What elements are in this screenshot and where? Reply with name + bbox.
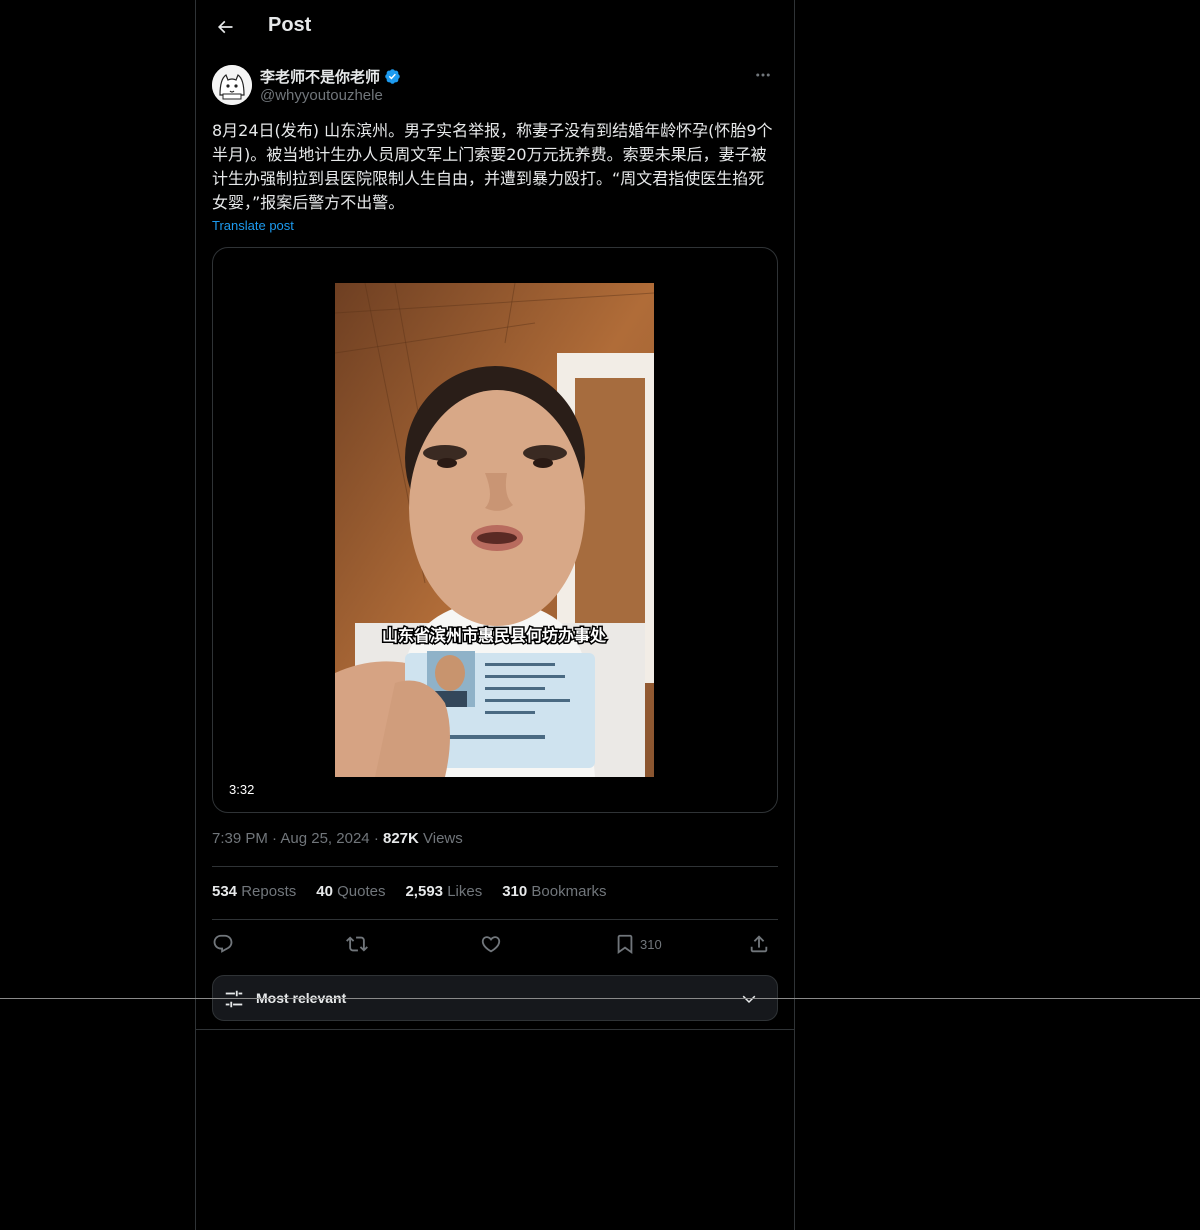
views-label: Views bbox=[423, 830, 463, 847]
like-button[interactable] bbox=[480, 928, 502, 960]
heart-icon bbox=[481, 936, 501, 953]
reply-button[interactable] bbox=[212, 928, 234, 960]
bookmarks-count: 310 bbox=[502, 883, 528, 900]
post-author: 李老师不是你老师 @whyyoutouzhele bbox=[212, 64, 778, 108]
likes-count: 2,593 bbox=[405, 883, 444, 900]
likes-label: Likes bbox=[447, 883, 483, 900]
video-thumbnail[interactable]: 山东省滨州市惠民县何坊办事处 bbox=[335, 283, 654, 777]
video-person-image: 山东省滨州市惠民县何坊办事处 bbox=[335, 283, 654, 777]
video-duration-badge: 3:32 bbox=[225, 780, 259, 799]
more-options-button[interactable] bbox=[748, 64, 778, 86]
divider bbox=[196, 1029, 794, 1030]
bookmark-icon bbox=[617, 934, 633, 955]
action-bar: 310 bbox=[212, 928, 778, 960]
share-button[interactable] bbox=[748, 928, 770, 960]
post-meta: 7:39 PM · Aug 25, 2024 · 827K Views bbox=[212, 830, 463, 847]
bookmark-count: 310 bbox=[640, 936, 662, 952]
reposts-label: Reposts bbox=[241, 883, 297, 900]
cat-avatar-icon bbox=[212, 65, 252, 105]
video-player[interactable]: 山东省滨州市惠民县何坊办事处 3:32 bbox=[212, 247, 778, 813]
share-icon bbox=[750, 935, 768, 953]
reposts-stat[interactable]: 534 Reposts bbox=[212, 883, 296, 900]
bookmark-button[interactable]: 310 bbox=[614, 928, 662, 960]
guide-line bbox=[0, 998, 1200, 999]
views-count: 827K bbox=[382, 830, 419, 847]
back-button[interactable] bbox=[208, 10, 242, 44]
reposts-count: 534 bbox=[212, 883, 238, 900]
page-title: Post bbox=[268, 14, 312, 36]
meta-separator: · bbox=[373, 830, 383, 847]
divider bbox=[212, 919, 778, 920]
more-dots-icon bbox=[756, 73, 770, 77]
post-time[interactable]: 7:39 PM bbox=[212, 830, 268, 847]
verified-badge-icon bbox=[385, 69, 400, 84]
quotes-stat[interactable]: 40 Quotes bbox=[316, 883, 385, 900]
engagement-stats: 534 Reposts 40 Quotes 2,593 Likes 310 Bo… bbox=[212, 883, 606, 900]
avatar[interactable] bbox=[212, 65, 252, 105]
main-column: Post 李老师不是你老师 @whyyoutouzhele 8月24日(发布) … bbox=[195, 0, 795, 1230]
likes-stat[interactable]: 2,593 Likes bbox=[405, 883, 482, 900]
post-date[interactable]: Aug 25, 2024 bbox=[280, 830, 369, 847]
chevron-down-icon bbox=[742, 995, 756, 1004]
page-header: Post bbox=[196, 0, 794, 54]
quotes-count: 40 bbox=[316, 883, 333, 900]
bookmarks-label: Bookmarks bbox=[531, 883, 607, 900]
translate-post-link[interactable]: Translate post bbox=[212, 218, 294, 233]
bookmarks-stat[interactable]: 310 Bookmarks bbox=[502, 883, 606, 900]
repost-button[interactable] bbox=[346, 928, 368, 960]
reply-icon bbox=[213, 934, 233, 953]
divider bbox=[212, 866, 778, 867]
display-name[interactable]: 李老师不是你老师 bbox=[260, 66, 401, 87]
post-text: 8月24日(发布) 山东滨州。男子实名举报，称妻子没有到结婚年龄怀孕(怀胎9个半… bbox=[212, 121, 773, 212]
quotes-label: Quotes bbox=[337, 883, 386, 900]
sliders-icon bbox=[225, 990, 243, 1008]
handle[interactable]: @whyyoutouzhele bbox=[260, 87, 383, 104]
repost-icon bbox=[346, 936, 368, 952]
arrow-left-icon bbox=[217, 20, 233, 34]
video-caption: 山东省滨州市惠民县何坊办事处 bbox=[382, 626, 607, 645]
display-name-text: 李老师不是你老师 bbox=[260, 69, 381, 86]
